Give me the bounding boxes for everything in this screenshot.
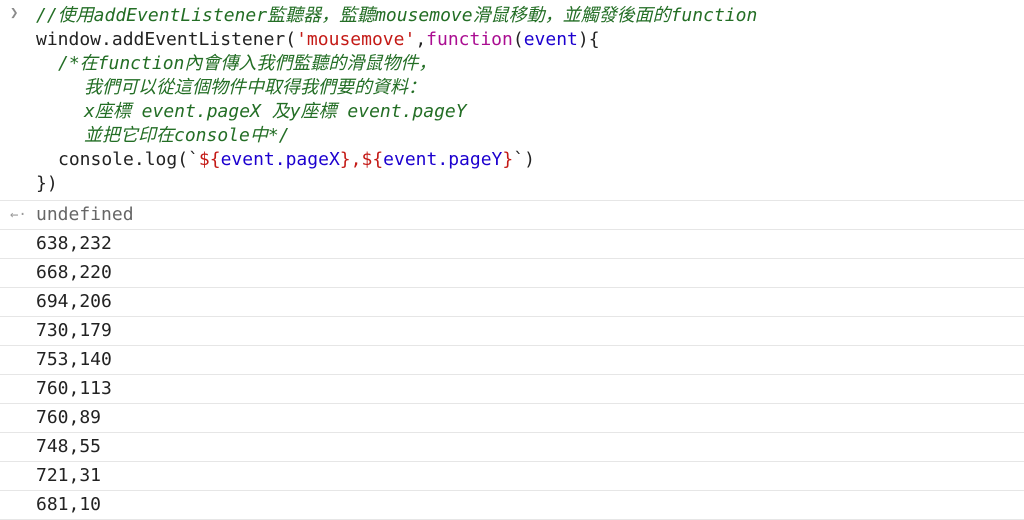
chevron-right-icon: ❯ <box>10 5 19 21</box>
log-text: 760,113 <box>36 378 112 399</box>
log-text: 753,140 <box>36 349 112 370</box>
log-row[interactable]: 638,232 <box>0 230 1024 259</box>
result-value: undefined <box>36 204 134 225</box>
code-line-7: console.log(`${event.pageX},${event.page… <box>36 148 1024 172</box>
code-string: } <box>339 149 351 170</box>
code-text: `) <box>513 149 535 170</box>
log-text: 681,10 <box>36 494 102 515</box>
log-text: 668,220 <box>36 262 112 283</box>
code-string: ${ <box>198 149 221 170</box>
code-line-4: 我們可以從這個物件中取得我們要的資料： <box>36 76 1024 100</box>
log-text: 730,179 <box>36 320 112 341</box>
log-row[interactable]: 748,55 <box>0 433 1024 462</box>
log-row[interactable]: 694,206 <box>0 288 1024 317</box>
log-row[interactable]: 668,220 <box>0 259 1024 288</box>
code-comment: x座標 event.pageX 及y座標 event.pageY <box>84 101 467 122</box>
log-row[interactable]: 730,179 <box>0 317 1024 346</box>
log-row[interactable]: 753,140 <box>0 346 1024 375</box>
log-list: 638,232 668,220 694,206 730,179 753,140 … <box>0 230 1024 520</box>
code-string: , <box>350 149 362 170</box>
code-param: event.pageX <box>220 149 340 170</box>
code-line-8: }) <box>36 172 1024 196</box>
console-result-entry[interactable]: ←· undefined <box>0 201 1024 230</box>
code-string: ${ <box>361 149 384 170</box>
code-keyword: function <box>426 29 513 50</box>
code-line-2: window.addEventListener('mousemove',func… <box>36 28 1024 52</box>
log-row[interactable]: 721,31 <box>0 462 1024 491</box>
code-comment: 並把它印在console中*/ <box>84 125 290 146</box>
code-line-1: //使用addEventListener監聽器，監聽mousemove滑鼠移動，… <box>36 4 1024 28</box>
code-text: ( <box>512 29 524 50</box>
log-row[interactable]: 760,89 <box>0 404 1024 433</box>
code-string: 'mousemove' <box>296 29 416 50</box>
code-param: event <box>523 29 578 50</box>
log-text: 748,55 <box>36 436 102 457</box>
code-string: } <box>502 149 514 170</box>
code-text: }) <box>36 173 58 194</box>
log-text: 760,89 <box>36 407 102 428</box>
log-row[interactable]: 681,10 <box>0 491 1024 520</box>
code-text: console.log(` <box>58 149 199 170</box>
code-comment: /*在function內會傳入我們監聽的滑鼠物件， <box>58 53 437 74</box>
code-text: window.addEventListener( <box>36 29 297 50</box>
log-row[interactable]: 760,113 <box>0 375 1024 404</box>
log-text: 694,206 <box>36 291 112 312</box>
code-comment: //使用addEventListener監聽器，監聽mousemove滑鼠移動，… <box>36 5 758 26</box>
log-text: 721,31 <box>36 465 102 486</box>
code-param: event.pageY <box>383 149 503 170</box>
return-arrow-icon: ←· <box>10 207 27 223</box>
code-text: , <box>415 29 427 50</box>
log-text: 638,232 <box>36 233 112 254</box>
console-input-entry[interactable]: ❯ //使用addEventListener監聽器，監聽mousemove滑鼠移… <box>0 0 1024 201</box>
code-text: ){ <box>577 29 600 50</box>
code-line-3: /*在function內會傳入我們監聽的滑鼠物件， <box>36 52 1024 76</box>
code-line-5: x座標 event.pageX 及y座標 event.pageY <box>36 100 1024 124</box>
console-panel: ❯ //使用addEventListener監聽器，監聽mousemove滑鼠移… <box>0 0 1024 520</box>
code-comment: 我們可以從這個物件中取得我們要的資料： <box>84 77 426 98</box>
code-line-6: 並把它印在console中*/ <box>36 124 1024 148</box>
